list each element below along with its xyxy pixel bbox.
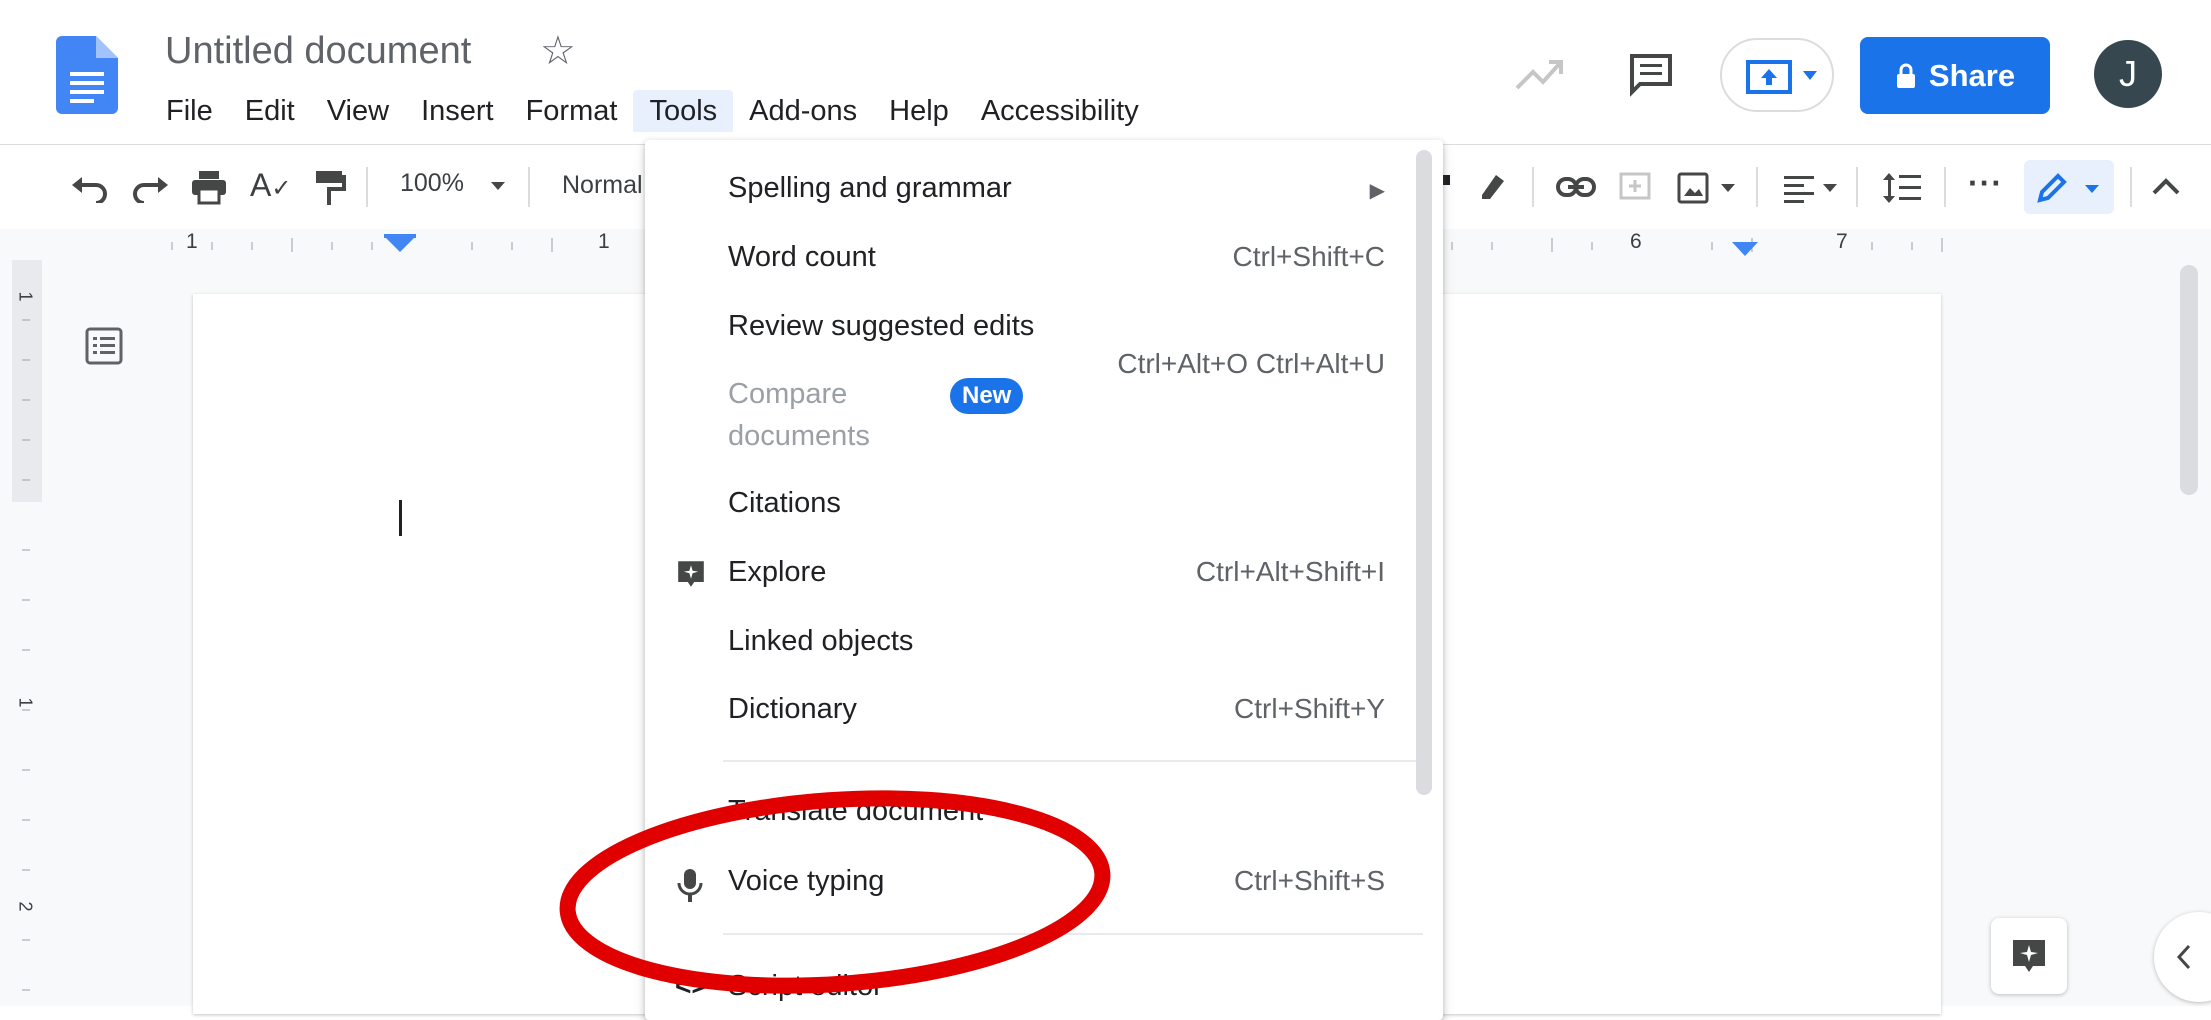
zoom-select[interactable]: 100% xyxy=(400,169,464,198)
spellcheck-icon[interactable]: A✓ xyxy=(250,167,291,204)
align-chevron-down-icon[interactable] xyxy=(1822,183,1838,193)
share-label: Share xyxy=(1928,57,2016,93)
compare-line-2: documents xyxy=(728,420,870,452)
undo-icon[interactable] xyxy=(70,173,110,203)
menu-tools[interactable]: Tools xyxy=(633,90,734,132)
present-dropdown-icon xyxy=(1803,71,1817,80)
star-icon[interactable]: ☆ xyxy=(540,28,576,74)
explore-icon xyxy=(2013,940,2045,972)
image-chevron-down-icon[interactable] xyxy=(1720,183,1736,193)
ruler-mark: 7 xyxy=(1836,230,1848,253)
menu-addons[interactable]: Add-ons xyxy=(733,90,873,132)
shortcut-label: Ctrl+Shift+C xyxy=(1232,241,1386,272)
menu-item-compare-documents[interactable]: Compare documents New xyxy=(645,378,1405,468)
menu-file[interactable]: File xyxy=(150,90,229,132)
pencil-icon xyxy=(2037,173,2067,203)
menu-format[interactable]: Format xyxy=(510,90,634,132)
vertical-ruler-mark: 1 xyxy=(15,291,36,302)
toolbar-separator xyxy=(366,167,368,207)
document-title[interactable]: Untitled document xyxy=(165,30,471,73)
ruler-mark: 1 xyxy=(598,230,610,253)
submenu-arrow-icon: ▶ xyxy=(1369,180,1385,202)
lock-icon xyxy=(1896,63,1915,88)
highlight-icon[interactable] xyxy=(1476,169,1510,203)
docs-logo-icon[interactable] xyxy=(56,36,118,114)
comments-icon[interactable] xyxy=(1628,52,1674,98)
paragraph-style-select[interactable]: Normal xyxy=(562,171,643,200)
toolbar-separator xyxy=(1944,167,1946,207)
chevron-left-icon xyxy=(2176,944,2191,970)
shortcut-label: Ctrl+Alt+Shift+I xyxy=(1195,556,1385,587)
collapse-toolbar-chevron-up-icon[interactable] xyxy=(2152,177,2180,195)
menu-accessibility[interactable]: Accessibility xyxy=(965,90,1155,132)
annotation-ellipse xyxy=(559,790,1111,994)
menu-separator xyxy=(723,760,1423,762)
line-spacing-icon[interactable] xyxy=(1882,171,1922,205)
insert-image-icon[interactable] xyxy=(1676,171,1710,205)
menu-insert[interactable]: Insert xyxy=(405,90,510,132)
app-header: Untitled document ☆ File Edit View Inser… xyxy=(0,0,2211,145)
explore-icon xyxy=(678,561,704,587)
more-options-icon[interactable]: ··· xyxy=(1968,165,2003,202)
toolbar-separator xyxy=(528,167,530,207)
text-cursor xyxy=(399,500,402,536)
menu-scrollbar[interactable] xyxy=(1416,150,1432,795)
shortcut-label: Ctrl+Shift+Y xyxy=(1234,693,1385,724)
zoom-chevron-down-icon[interactable] xyxy=(490,181,506,191)
shortcut-label: Ctrl+Alt+O Ctrl+Alt+U xyxy=(1117,348,1385,379)
menu-edit[interactable]: Edit xyxy=(229,90,311,132)
activity-trend-icon[interactable] xyxy=(1515,54,1567,94)
compare-line-1: Compare xyxy=(728,378,848,410)
toolbar-separator xyxy=(1756,167,1758,207)
add-comment-icon[interactable] xyxy=(1618,171,1652,203)
vertical-ruler[interactable]: 1 1 2 xyxy=(12,260,42,1006)
explore-button[interactable] xyxy=(1991,918,2067,994)
share-button[interactable]: Share xyxy=(1860,37,2050,114)
menu-view[interactable]: View xyxy=(311,90,405,132)
vertical-ruler-mark: 1 xyxy=(15,697,36,708)
paint-format-icon[interactable] xyxy=(312,169,346,207)
toolbar-separator xyxy=(1856,167,1858,207)
print-icon[interactable] xyxy=(190,169,228,205)
mode-chevron-down-icon xyxy=(2085,185,2099,193)
avatar[interactable]: J xyxy=(2094,40,2162,108)
align-left-icon[interactable] xyxy=(1782,173,1816,203)
ruler-mark: 1 xyxy=(186,230,198,253)
new-badge: New xyxy=(950,378,1024,414)
shortcut-label: Ctrl+Shift+S xyxy=(1234,865,1385,896)
menu-bar: File Edit View Insert Format Tools Add-o… xyxy=(150,90,1155,132)
vertical-scrollbar[interactable] xyxy=(2180,265,2198,495)
ruler-mark: 6 xyxy=(1630,230,1642,253)
toolbar-separator xyxy=(2130,167,2132,207)
link-icon[interactable] xyxy=(1556,175,1596,199)
toolbar-separator xyxy=(1532,167,1534,207)
vertical-ruler-ticks xyxy=(12,260,42,991)
present-button[interactable] xyxy=(1720,38,1834,112)
present-icon xyxy=(1746,60,1792,94)
vertical-ruler-mark: 2 xyxy=(15,901,36,912)
menu-help[interactable]: Help xyxy=(873,90,965,132)
editing-mode-button[interactable] xyxy=(2024,160,2114,214)
redo-icon[interactable] xyxy=(130,173,170,203)
document-outline-icon[interactable] xyxy=(84,326,124,366)
